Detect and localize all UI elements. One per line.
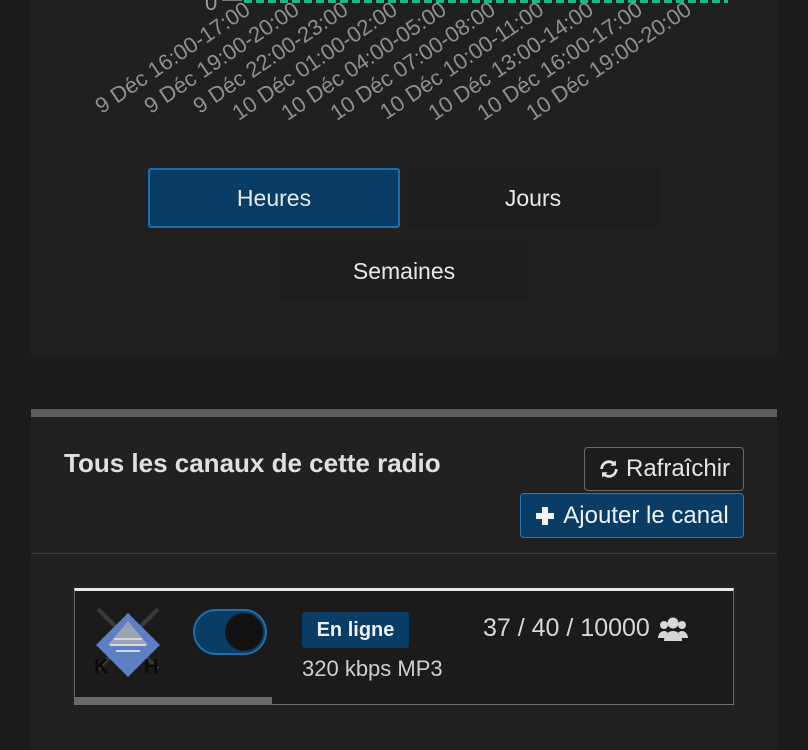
channels-separator — [31, 553, 777, 554]
weeks-button-label: Semaines — [352, 257, 456, 284]
days-button-label: Jours — [504, 184, 562, 211]
hours-button[interactable]: Heures — [148, 168, 400, 228]
days-button[interactable]: Jours — [406, 168, 660, 228]
plus-icon — [536, 506, 555, 525]
status-badge: En ligne — [302, 612, 409, 648]
weeks-button[interactable]: Semaines — [278, 241, 530, 301]
add-channel-button-label: Ajouter le canal — [563, 501, 729, 529]
refresh-button[interactable]: Rafraîchir — [584, 447, 744, 491]
channels-title: Tous les canaux de cette radio — [64, 448, 441, 478]
listener-counts: 37 / 40 / 10000 — [483, 614, 688, 643]
section-divider — [31, 409, 777, 417]
toggle-knob — [225, 613, 263, 651]
add-channel-button[interactable]: Ajouter le canal — [520, 493, 744, 538]
hours-button-label: Heures — [236, 184, 312, 211]
refresh-icon — [600, 460, 618, 478]
users-icon — [657, 617, 688, 641]
channel-enabled-toggle[interactable] — [193, 609, 267, 655]
refresh-button-label: Rafraîchir — [625, 455, 731, 482]
channel-logo: K H — [94, 607, 160, 677]
listener-counts-text: 37 / 40 / 10000 — [483, 614, 650, 642]
channel-bitrate: 320 kbps MP3 — [302, 656, 443, 681]
svg-text:H: H — [144, 656, 158, 677]
channel-progress-bar — [74, 697, 272, 705]
svg-text:K: K — [94, 656, 109, 677]
